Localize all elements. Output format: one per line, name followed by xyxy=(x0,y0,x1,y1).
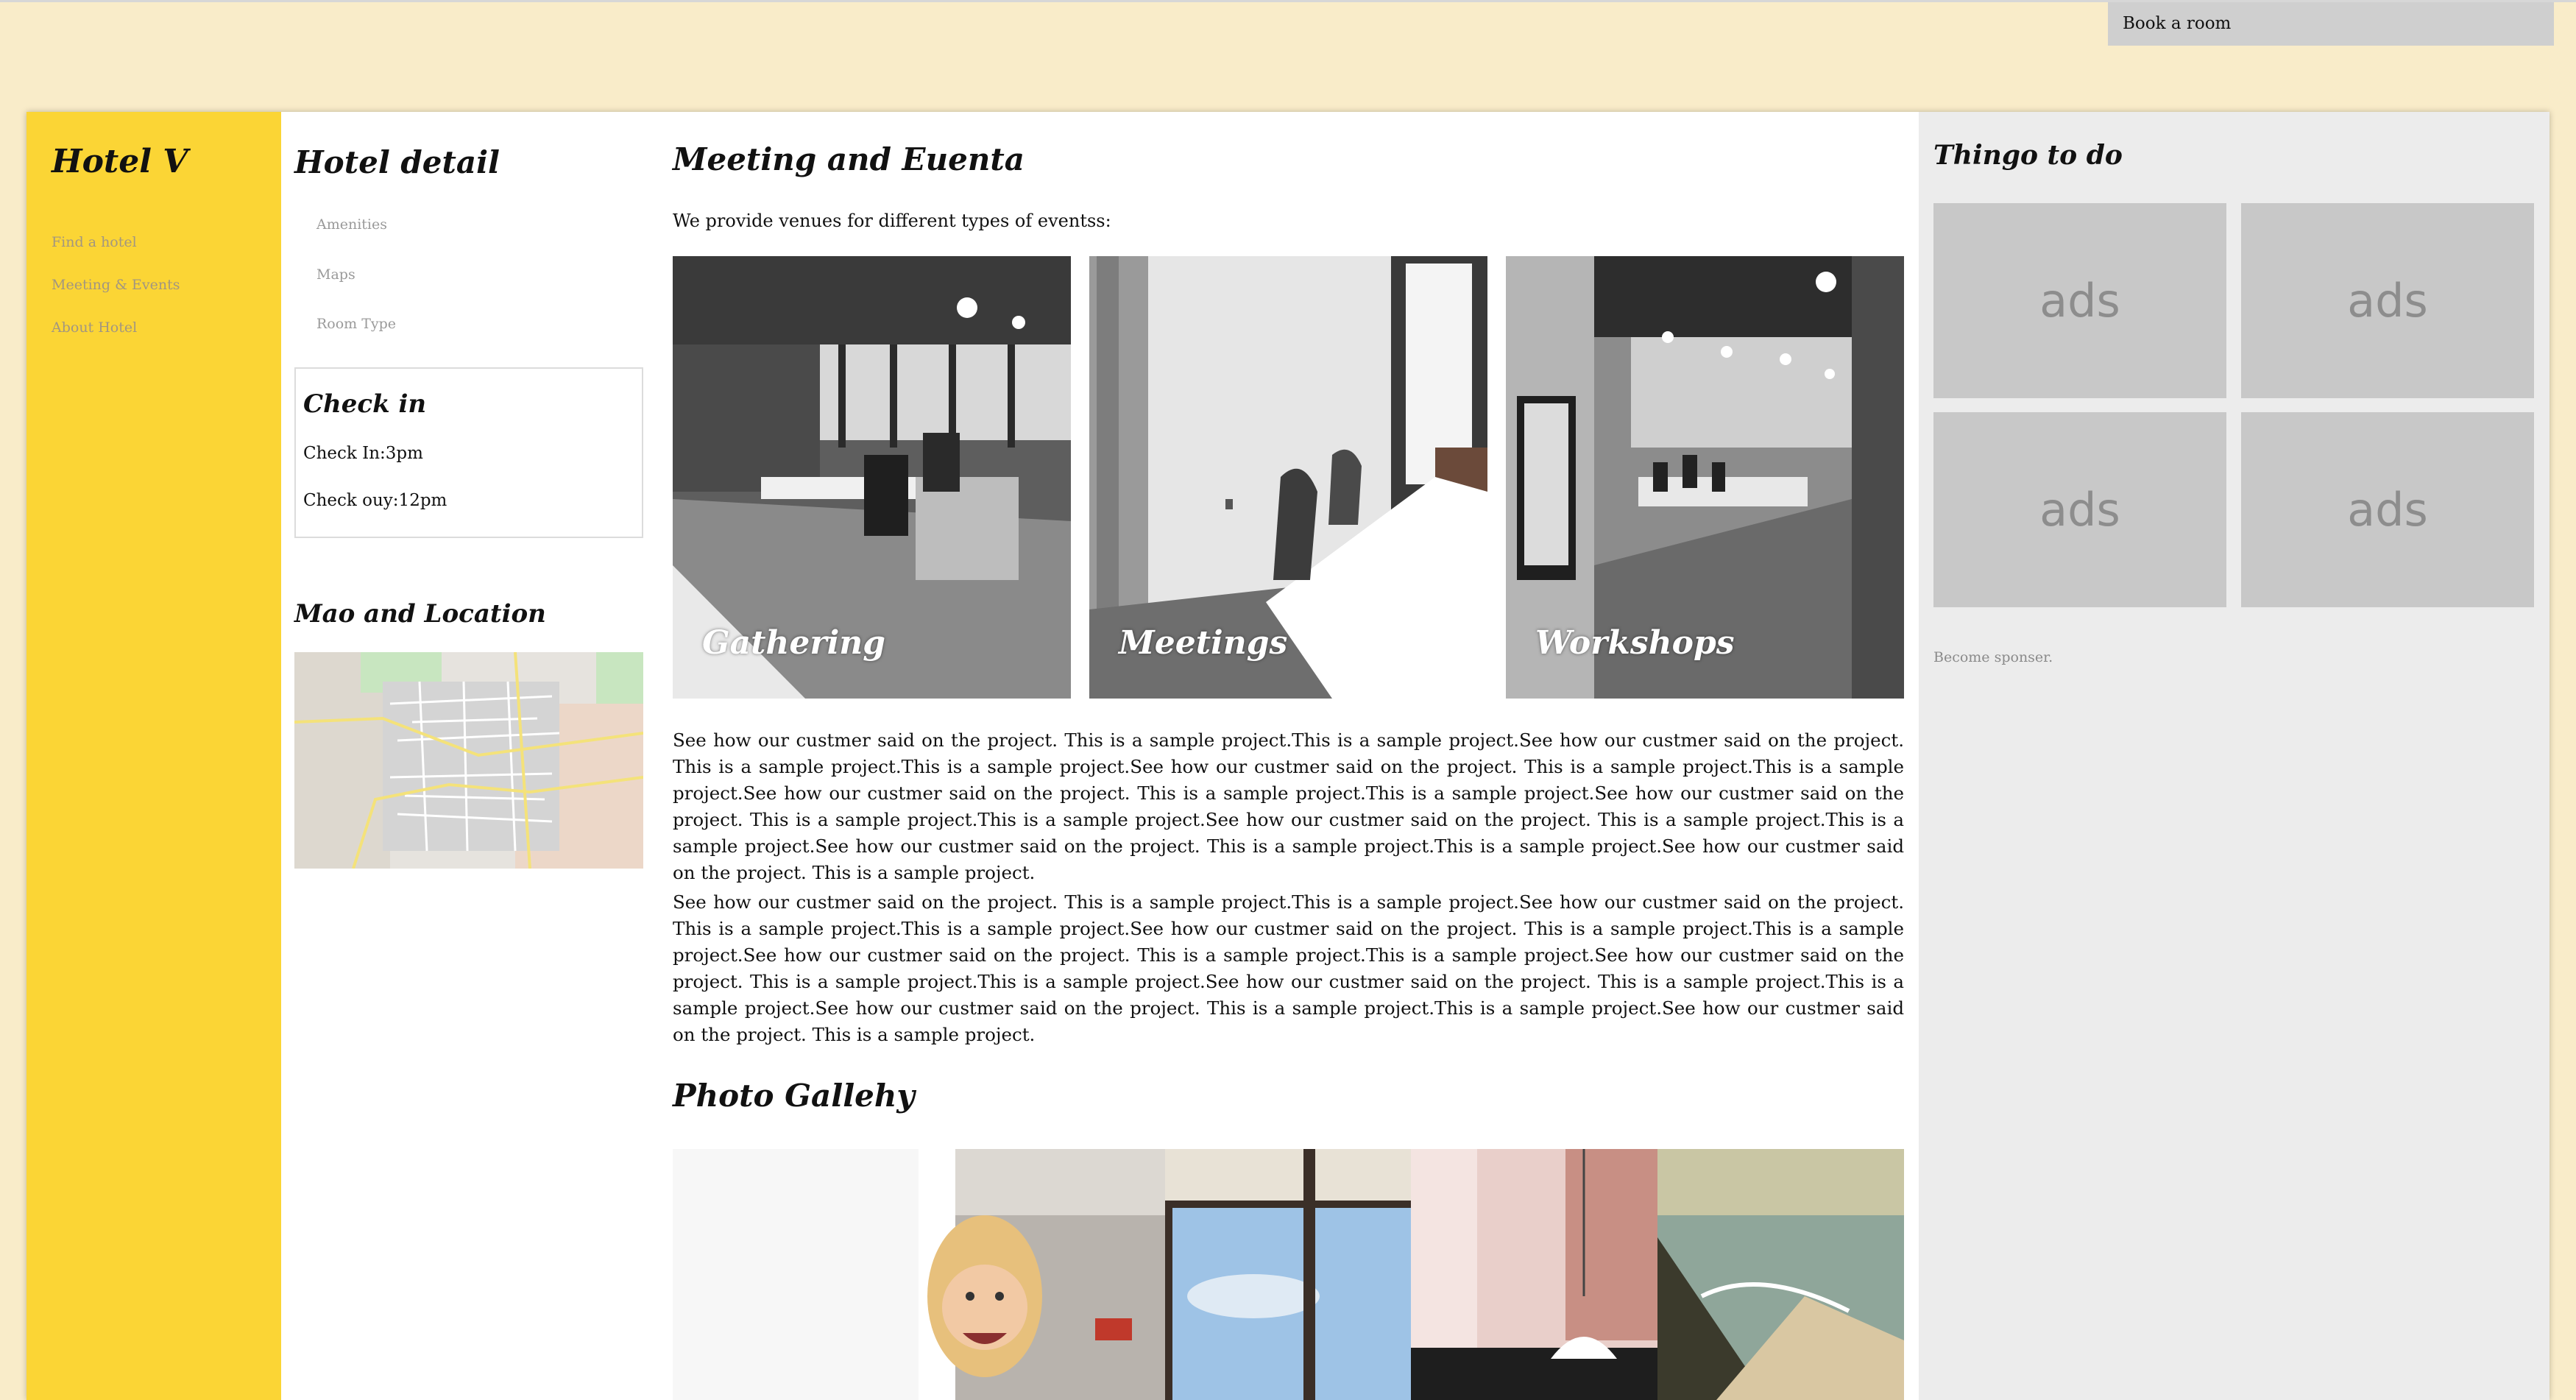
nav-meeting-events[interactable]: Meeting & Events xyxy=(52,277,180,293)
gallery-photo-1[interactable] xyxy=(673,1149,919,1400)
venue-tile-workshops[interactable]: Workshops xyxy=(1506,256,1904,699)
hotel-detail-panel: Hotel detail Amenities Maps Room Type Ch… xyxy=(294,112,645,1400)
link-room-type[interactable]: Room Type xyxy=(316,316,396,332)
venue-label-gathering: Gathering xyxy=(702,624,886,662)
ad-label: ads xyxy=(2039,483,2120,537)
ad-label: ads xyxy=(2347,483,2428,537)
paragraph-1: See how our custmer said on the project.… xyxy=(673,729,1904,883)
map-title: Mao and Location xyxy=(294,599,546,629)
ad-slot-4[interactable]: ads xyxy=(2241,412,2534,607)
ad-slot-2[interactable]: ads xyxy=(2241,203,2534,398)
ad-slot-3[interactable]: ads xyxy=(1933,412,2226,607)
become-sponsor-link[interactable]: Become sponser. xyxy=(1933,649,2053,665)
gallery-photo-4-image xyxy=(1411,1149,1657,1400)
venue-tile-meetings[interactable]: Meetings xyxy=(1089,256,1487,699)
gallery-photo-3[interactable] xyxy=(1165,1149,1411,1400)
intro-text: We provide venues for different types of… xyxy=(673,211,1111,231)
venue-tile-gathering[interactable]: Gathering xyxy=(673,256,1071,699)
things-to-do-title: Thingo to do xyxy=(1933,140,2123,171)
check-in-time: Check In:3pm xyxy=(303,444,423,463)
things-to-do-panel: Thingo to do ads ads ads ads Become spon… xyxy=(1919,112,2550,1400)
link-amenities[interactable]: Amenities xyxy=(316,216,387,233)
location-map[interactable] xyxy=(294,652,643,869)
photo-gallery-title: Photo Gallehy xyxy=(673,1078,915,1114)
main-content: Meeting and Euenta We provide venues for… xyxy=(673,112,1904,1400)
meeting-events-title: Meeting and Euenta xyxy=(673,141,1025,177)
page-frame: Hotel V Find a hotel Meeting & Events Ab… xyxy=(26,112,2550,1400)
ad-label: ads xyxy=(2039,274,2120,328)
nav-about-hotel[interactable]: About Hotel xyxy=(52,319,137,336)
gallery-photo-2[interactable] xyxy=(919,1149,1165,1400)
venue-label-workshops: Workshops xyxy=(1535,624,1735,662)
venue-label-meetings: Meetings xyxy=(1119,624,1288,662)
gallery-photo-4[interactable] xyxy=(1411,1149,1657,1400)
check-out-time: Check ouy:12pm xyxy=(303,491,447,510)
link-maps[interactable]: Maps xyxy=(316,266,355,283)
nav-find-hotel[interactable]: Find a hotel xyxy=(52,234,137,250)
gallery-photo-2-image xyxy=(919,1149,1165,1400)
photo-gallery xyxy=(673,1149,1904,1400)
ad-label: ads xyxy=(2347,274,2428,328)
ad-slot-1[interactable]: ads xyxy=(1933,203,2226,398)
gallery-photo-5-image xyxy=(1657,1149,1904,1400)
hotel-detail-title: Hotel detail xyxy=(294,144,500,180)
gallery-photo-3-image xyxy=(1165,1149,1411,1400)
book-room-button[interactable]: Book a room xyxy=(2108,2,2554,46)
sidebar: Hotel V Find a hotel Meeting & Events Ab… xyxy=(26,112,281,1400)
check-in-card: Check in Check In:3pm Check ouy:12pm xyxy=(294,367,643,538)
check-in-title: Check in xyxy=(303,389,427,419)
map-graphic xyxy=(294,652,643,869)
paragraph-2: See how our custmer said on the project.… xyxy=(673,891,1904,1045)
brand-logo[interactable]: Hotel V xyxy=(52,143,188,180)
gallery-photo-5[interactable] xyxy=(1657,1149,1904,1400)
